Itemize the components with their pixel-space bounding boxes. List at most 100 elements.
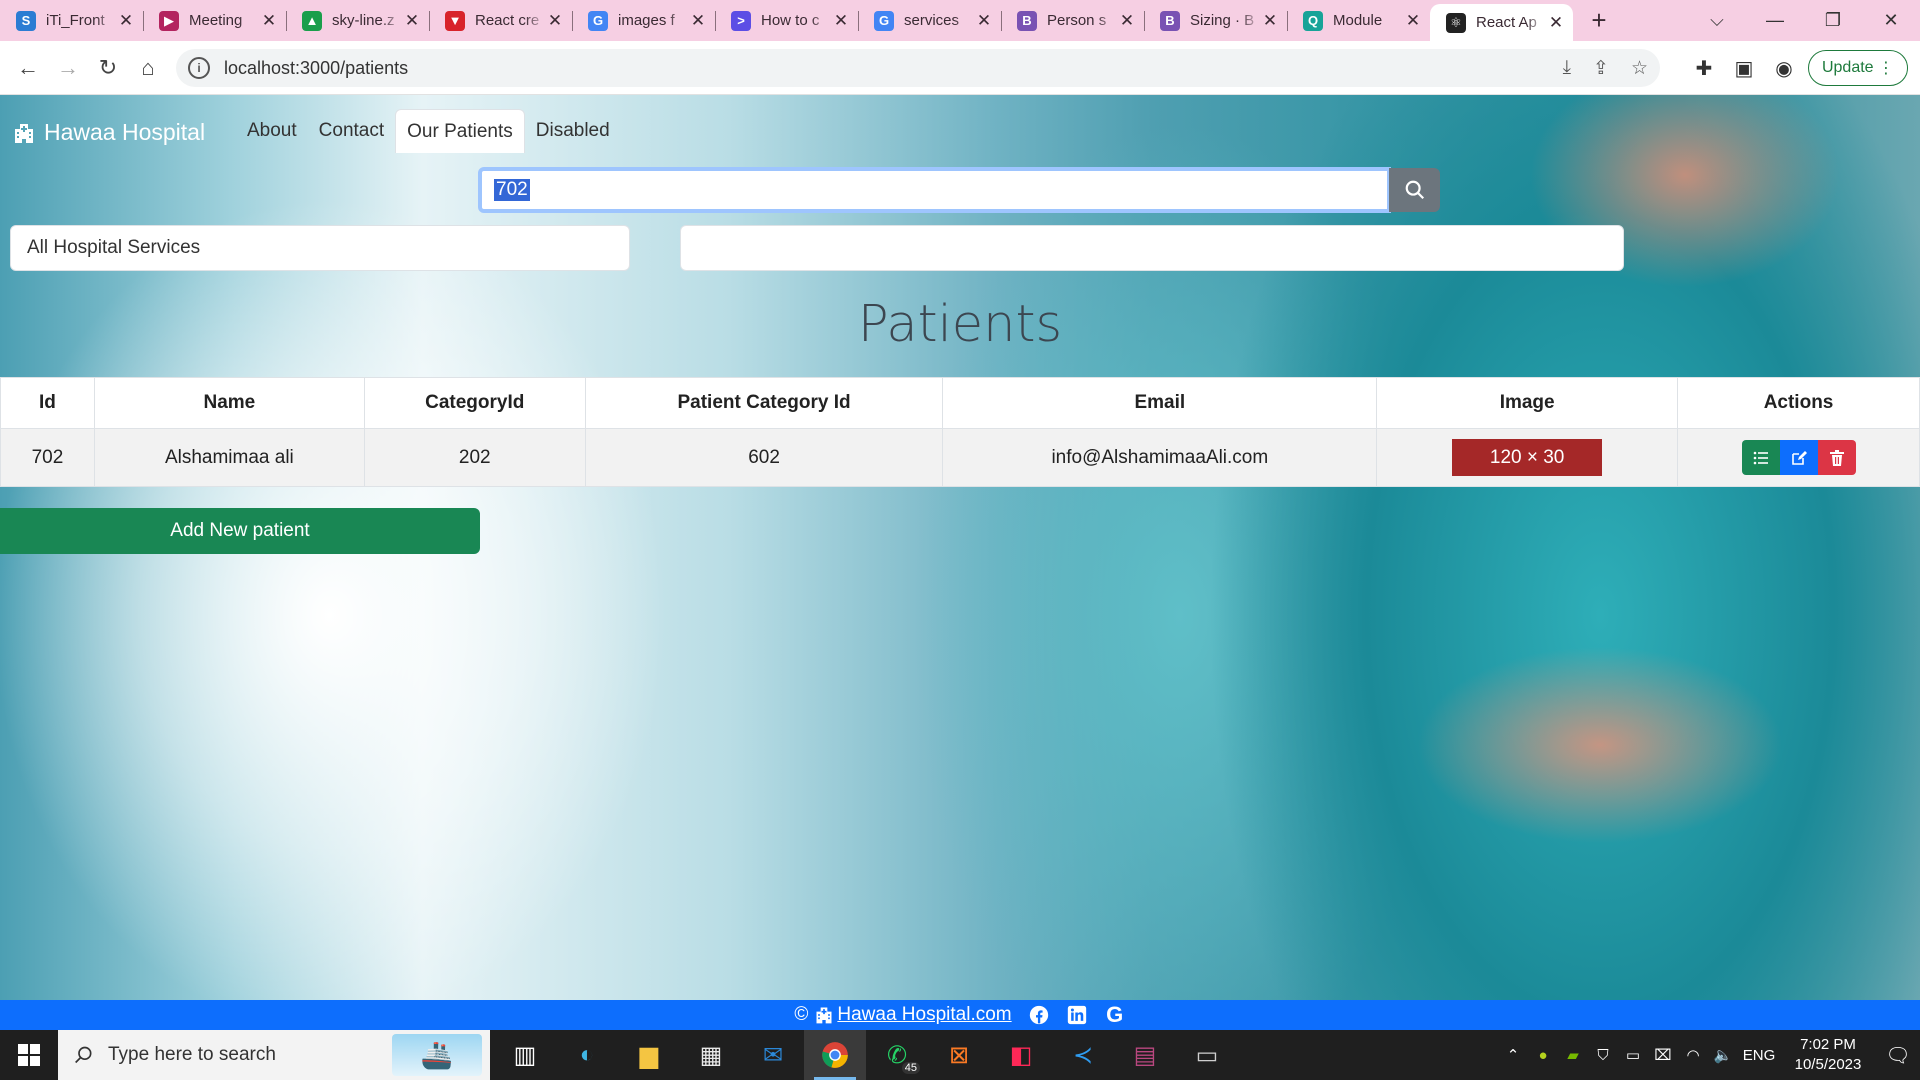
home-button[interactable]: ⌂ — [128, 55, 168, 81]
tab-close-icon[interactable]: ✕ — [546, 11, 564, 31]
vscode-icon[interactable]: ≺ — [1052, 1030, 1114, 1080]
whatsapp-icon[interactable]: ✆ 45 — [866, 1030, 928, 1080]
update-button[interactable]: Update ⋮ — [1808, 50, 1908, 86]
tray-app-icon[interactable]: ● — [1528, 1047, 1558, 1064]
tab-close-icon[interactable]: ✕ — [975, 11, 993, 31]
minimize-button[interactable]: — — [1746, 10, 1804, 31]
taskbar-search-box[interactable]: Type here to search 🚢 — [58, 1030, 490, 1080]
clock-date: 10/5/2023 — [1794, 1056, 1862, 1073]
details-button[interactable] — [1741, 440, 1780, 475]
patient-image-placeholder: 120 × 30 — [1452, 439, 1603, 476]
nav-link-our-patients[interactable]: Our Patients — [395, 109, 525, 153]
service-select-value: All Hospital Services — [27, 237, 201, 258]
mail-icon[interactable]: ✉ — [742, 1030, 804, 1080]
clock[interactable]: 7:02 PM 10/5/2023 — [1780, 1035, 1876, 1075]
notifications-icon[interactable]: 🗨 — [1876, 1043, 1920, 1068]
bookmark-star-icon[interactable]: ☆ — [1631, 57, 1648, 80]
tab-title: How to c — [761, 12, 820, 29]
volume-icon[interactable]: 🔈 — [1708, 1046, 1738, 1064]
tab-title: Meeting — [189, 12, 243, 29]
browser-tab[interactable]: Gimages f ✕ — [572, 0, 715, 41]
facebook-icon[interactable] — [1028, 1004, 1050, 1026]
browser-tab[interactable]: ▼ React cre ✕ — [429, 0, 572, 41]
wifi-icon[interactable]: ◠ — [1678, 1046, 1708, 1064]
column-header: Image — [1376, 377, 1679, 429]
tab-close-icon[interactable]: ✕ — [689, 11, 707, 31]
browser-tab-strip: SiTi_Front ✕ ▶ Meeting ✕ ▲ sky-line.z ✕ ▼ React c… — [0, 0, 1920, 41]
security-shield-icon[interactable]: ⛉ — [1588, 1047, 1618, 1064]
tab-close-icon[interactable]: ✕ — [403, 11, 421, 31]
battery-icon[interactable]: ▭ — [1618, 1046, 1648, 1064]
close-window-button[interactable]: ✕ — [1862, 10, 1920, 31]
url-bar[interactable]: i localhost:3000/patients ⤓ ⇪ ☆ — [176, 49, 1660, 87]
linkedin-icon[interactable] — [1066, 1004, 1088, 1026]
browser-tab[interactable]: > How to c ✕ — [715, 0, 858, 41]
tab-close-icon[interactable]: ✕ — [1261, 11, 1279, 31]
back-button[interactable]: ← — [8, 55, 48, 81]
task-view-icon[interactable]: ▥ — [494, 1030, 556, 1080]
tab-close-icon[interactable]: ✕ — [832, 11, 850, 31]
patient-search-input[interactable]: 702 — [478, 167, 1391, 213]
reload-button[interactable]: ↻ — [88, 55, 128, 81]
browser-tab[interactable]: Gservices ✕ — [858, 0, 1001, 41]
terminal-icon[interactable]: ▭ — [1176, 1030, 1238, 1080]
tab-search-icon[interactable]: ⌵ — [1688, 10, 1746, 31]
trash-icon — [1829, 449, 1844, 466]
column-header: Name — [93, 377, 365, 429]
intellij-icon[interactable]: ◧ — [990, 1030, 1052, 1080]
windows-start-button[interactable] — [0, 1030, 58, 1080]
secondary-select[interactable] — [680, 225, 1624, 271]
microsoft-store-icon[interactable]: ▦ — [680, 1030, 742, 1080]
brand[interactable]: Hawaa Hospital — [12, 119, 205, 146]
file-explorer-icon[interactable]: ▆ — [618, 1030, 680, 1080]
browser-tab[interactable]: ▶ Meeting ✕ — [143, 0, 286, 41]
browser-tab[interactable]: B Sizing · B ✕ — [1144, 0, 1287, 41]
delete-button[interactable] — [1817, 440, 1856, 475]
add-new-patient-button[interactable]: Add New patient — [0, 508, 480, 554]
meet-now-icon[interactable]: ⌧ — [1648, 1046, 1678, 1064]
search-icon — [1405, 180, 1424, 200]
browser-tab[interactable]: SiTi_Front ✕ — [0, 0, 143, 41]
tray-overflow-icon[interactable]: ⌃ — [1498, 1046, 1528, 1064]
profile-avatar[interactable]: ◉ — [1766, 49, 1802, 87]
site-info-icon[interactable]: i — [188, 57, 210, 79]
language-indicator[interactable]: ENG — [1738, 1047, 1780, 1064]
service-select[interactable]: All Hospital Services — [10, 225, 630, 271]
copyright-symbol: © — [794, 1004, 809, 1025]
browser-tab[interactable]: Q Module ✕ — [1287, 0, 1430, 41]
share-icon[interactable]: ⇪ — [1593, 57, 1609, 80]
browser-tab[interactable]: ▲ sky-line.z ✕ — [286, 0, 429, 41]
install-icon[interactable]: ⤓ — [1563, 57, 1571, 80]
tab-close-icon[interactable]: ✕ — [1404, 11, 1422, 31]
edit-button[interactable] — [1779, 440, 1818, 475]
tab-close-icon[interactable]: ✕ — [260, 11, 278, 31]
edge-icon[interactable]: ◐ — [556, 1030, 618, 1080]
extensions-puzzle-icon[interactable]: ✚ — [1686, 49, 1722, 87]
winrar-icon[interactable]: ▤ — [1114, 1030, 1176, 1080]
url-text: localhost:3000/patients — [224, 57, 409, 78]
browser-tab[interactable]: B Person s ✕ — [1001, 0, 1144, 41]
tab-close-icon[interactable]: ✕ — [117, 11, 135, 31]
forward-button[interactable]: → — [48, 55, 88, 81]
browser-tab[interactable]: ⚛ React Ap ✕ — [1430, 4, 1573, 41]
tab-close-icon[interactable]: ✕ — [1118, 11, 1136, 31]
footer-home-link[interactable]: Hawaa Hospital.com — [814, 1004, 1012, 1026]
whatsapp-badge: 45 — [901, 1062, 920, 1074]
nav-link-contact[interactable]: Contact — [308, 109, 395, 153]
tab-favicon-icon: ⚛ — [1446, 12, 1466, 33]
xampp-icon[interactable]: ⊠ — [928, 1030, 990, 1080]
window-controls: ⌵ — ❐ ✕ — [1688, 0, 1920, 41]
chrome-icon[interactable] — [804, 1030, 866, 1080]
new-tab-button[interactable]: + — [1579, 5, 1619, 36]
tab-favicon-icon: B — [1160, 10, 1180, 31]
google-icon[interactable]: G — [1104, 1002, 1126, 1027]
side-panel-icon[interactable]: ▣ — [1726, 49, 1762, 87]
nvidia-icon[interactable]: ▰ — [1558, 1046, 1588, 1064]
address-toolbar: ← → ↻ ⌂ i localhost:3000/patients ⤓ ⇪ ☆ … — [0, 41, 1920, 95]
nav-link-disabled[interactable]: Disabled — [525, 109, 621, 153]
search-button[interactable] — [1389, 168, 1440, 212]
tab-close-icon[interactable]: ✕ — [1547, 13, 1565, 33]
tab-favicon-icon: G — [874, 10, 894, 31]
nav-link-about[interactable]: About — [236, 109, 308, 153]
restore-button[interactable]: ❐ — [1804, 10, 1862, 31]
